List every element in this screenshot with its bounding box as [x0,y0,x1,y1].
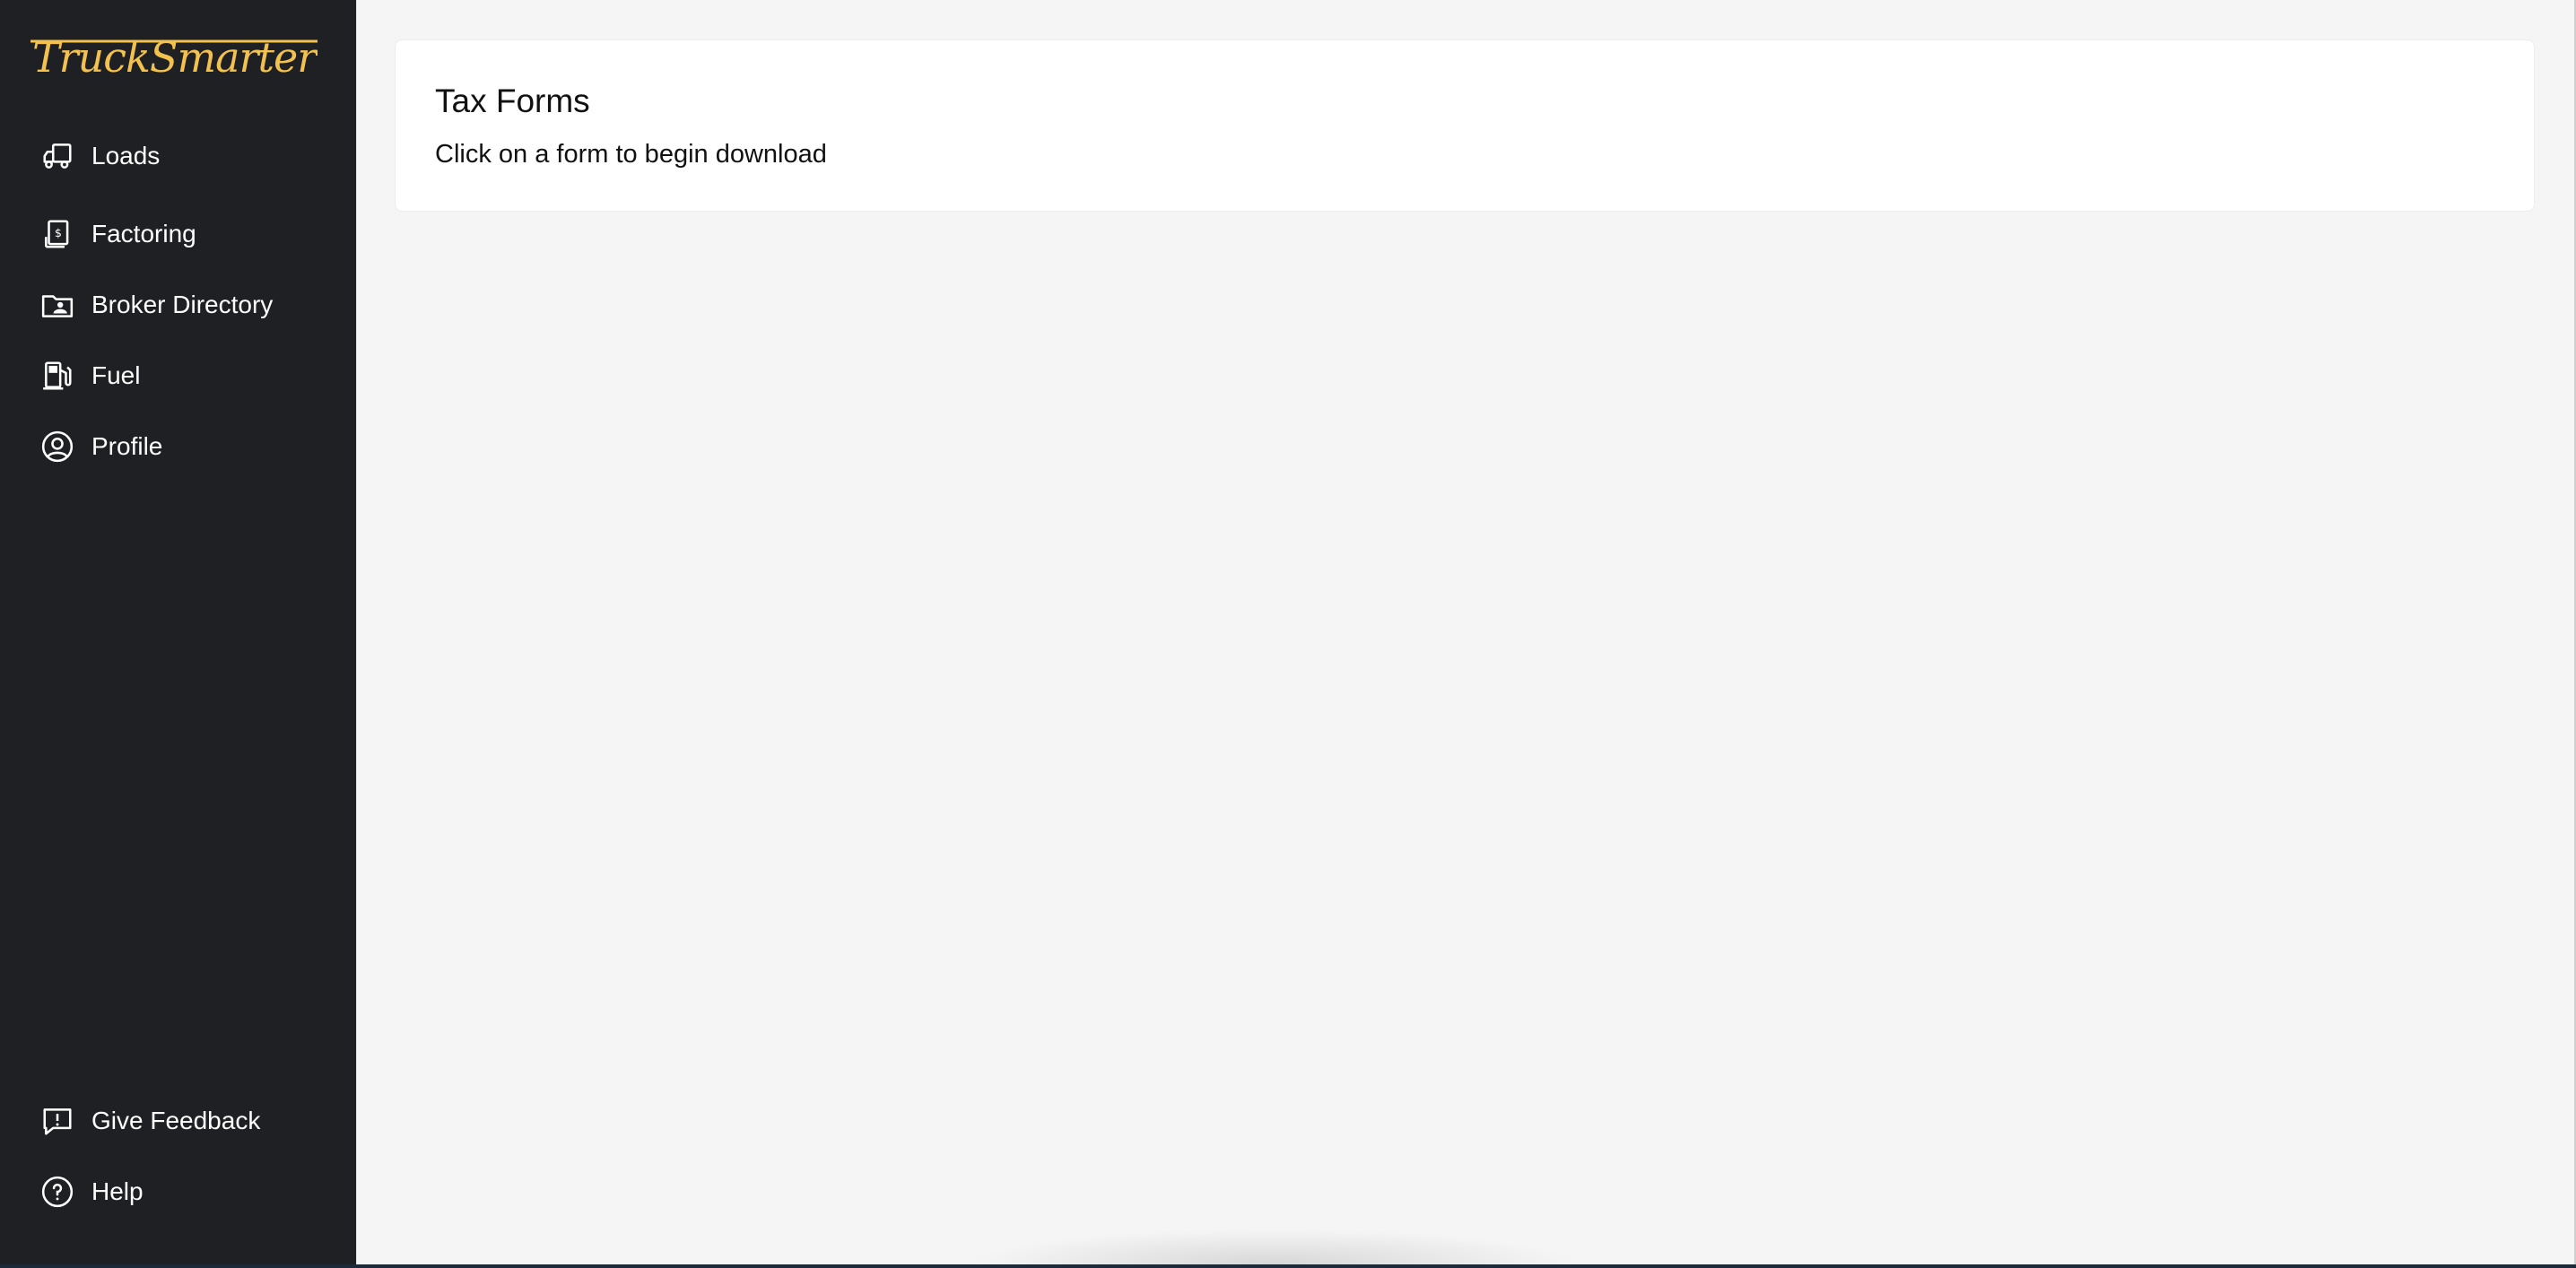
svg-text:$: $ [55,226,62,239]
user-circle-icon [39,429,75,465]
sidebar-item-factoring[interactable]: $ Factoring [0,205,356,263]
sidebar-item-broker-directory[interactable]: Broker Directory [0,276,356,334]
give-feedback-label: Give Feedback [91,1107,261,1134]
trucksmarter-logo[interactable]: TruckSmarter [30,30,318,88]
app-window: TruckSmarter Loads $ Factoring Broker Di… [0,0,2576,1268]
help-label: Help [91,1177,144,1205]
sidebar-item-fuel[interactable]: Fuel [0,347,356,404]
sidebar-item-label: Broker Directory [91,291,274,318]
help-circle-icon [39,1174,75,1210]
sidebar: TruckSmarter Loads $ Factoring Broker Di… [0,0,356,1268]
truck-icon [39,138,75,174]
bottom-shadow [969,1229,1579,1264]
give-feedback-button[interactable]: Give Feedback [0,1092,356,1150]
page-title: Tax Forms [435,83,590,119]
sidebar-item-label: Fuel [91,361,141,389]
window-bottom-edge [0,1264,2576,1268]
sidebar-item-loads[interactable]: Loads [0,127,356,185]
card-subtitle: Click on a form to begin download [435,140,827,169]
sidebar-item-label: Loads [91,142,161,169]
feedback-icon [39,1103,75,1139]
tax-forms-card: Tax Forms Click on a form to begin downl… [395,39,2535,212]
help-button[interactable]: Help [0,1163,356,1220]
sidebar-item-label: Profile [91,432,163,460]
folder-user-icon [39,287,75,323]
sidebar-item-label: Factoring [91,220,196,248]
sidebar-item-profile[interactable]: Profile [0,418,356,475]
main-content: Tax Forms Click on a form to begin downl… [356,0,2576,1268]
fuel-pump-icon [39,358,75,394]
invoice-dollar-icon: $ [39,216,75,252]
